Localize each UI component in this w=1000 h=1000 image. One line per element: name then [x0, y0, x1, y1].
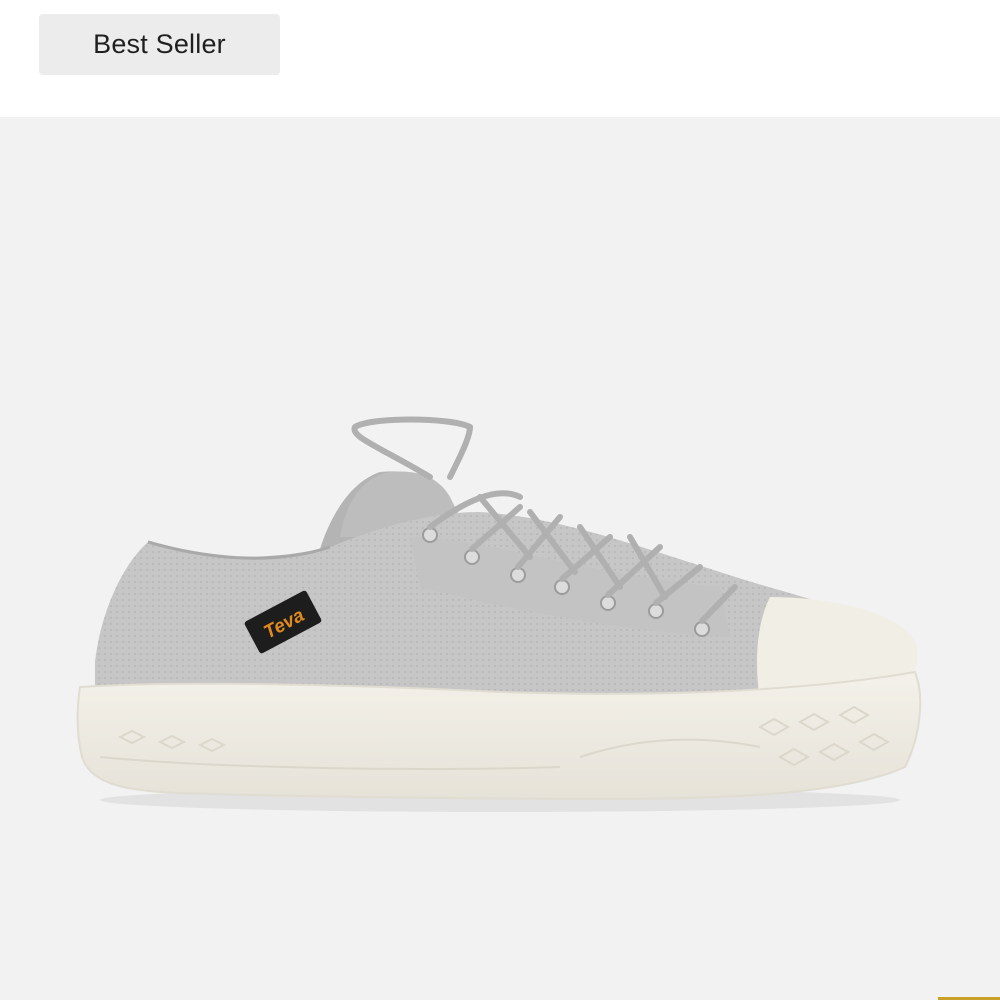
- product-image[interactable]: Teva: [0, 117, 1000, 1000]
- best-seller-label: Best Seller: [93, 29, 226, 59]
- shoe-sole: [76, 670, 922, 801]
- sneaker-illustration: Teva: [76, 416, 922, 812]
- best-seller-badge: Best Seller: [39, 14, 280, 75]
- product-card: Best Seller Teva: [0, 0, 1000, 1000]
